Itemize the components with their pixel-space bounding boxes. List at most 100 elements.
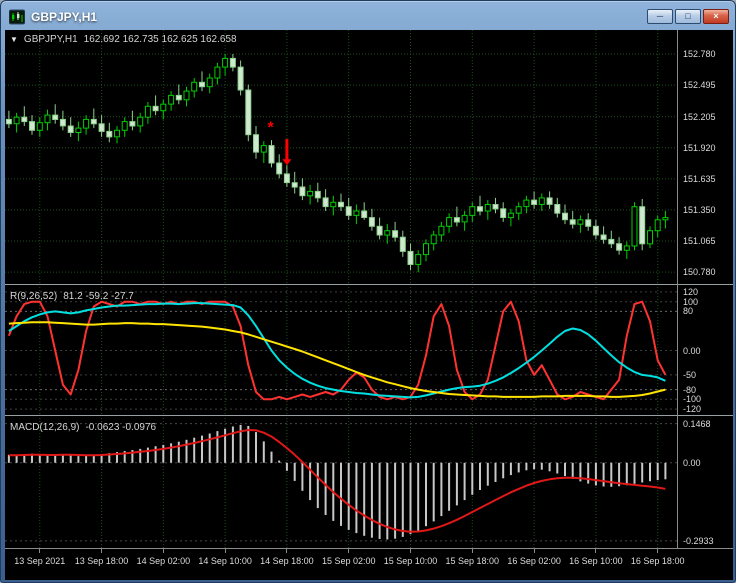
macd-histogram-bar (649, 462, 651, 482)
candle (484, 204, 491, 212)
price-axis-label: 152.495 (683, 80, 716, 91)
price-axis[interactable]: 152.780 152.495 152.205 151.920 151.635 151.3… (677, 30, 733, 548)
candle (639, 206, 646, 245)
candle (500, 208, 507, 219)
candle (199, 81, 205, 88)
candle (90, 118, 97, 125)
macd-histogram-bar (363, 462, 366, 536)
time-axis-tick (162, 549, 164, 553)
macd-indicator-panel: MACD(12,26,9) -0.0623 -0.0976 (5, 418, 677, 548)
time-axis-tick (224, 549, 226, 553)
macd-histogram-bar (270, 451, 273, 463)
candle (214, 66, 221, 79)
window-controls: ─ □ × (647, 9, 729, 24)
macd-histogram-bar (170, 443, 173, 463)
candle (515, 206, 522, 214)
macd-axis-label: -0.2933 (683, 535, 714, 546)
time-axis-tick (410, 549, 412, 553)
time-axis-tick (471, 549, 473, 553)
candle (106, 130, 113, 138)
macd-histogram-bar (425, 462, 427, 527)
candle (5, 118, 12, 125)
macd-histogram-bar (262, 441, 265, 463)
wpr-indicator-chart[interactable] (5, 287, 677, 414)
candle (52, 114, 59, 120)
time-axis-label: 16 Sep 02:00 (507, 556, 561, 566)
macd-histogram-bar (162, 444, 165, 463)
macd-histogram-bar (525, 462, 528, 471)
candle (237, 66, 244, 91)
candle (183, 90, 190, 101)
time-axis[interactable]: 13 Sep 2021 13 Sep 18:00 14 Sep 02:00 14 Se… (5, 548, 733, 580)
candle (67, 125, 74, 133)
main-chart-panel: * ▼ GBPJPY,H1 162.692 162.735 162.625 16… (5, 30, 677, 283)
macd-histogram-bar (440, 462, 443, 517)
candle (461, 214, 468, 223)
price-axis-label: 152.205 (683, 111, 716, 122)
time-axis-label: 13 Sep 18:00 (74, 556, 129, 566)
close-button[interactable]: × (703, 9, 729, 24)
candle (75, 127, 82, 133)
candle (446, 217, 453, 227)
candle (616, 243, 623, 251)
candle (392, 230, 399, 238)
candle (345, 206, 352, 216)
macd-histogram-bar (77, 456, 80, 463)
window-title: GBPJPY,H1 (31, 9, 98, 24)
time-axis-tick (595, 549, 597, 553)
candle (36, 122, 43, 131)
candle (129, 121, 136, 127)
macd-histogram-bar (15, 455, 18, 463)
window-titlebar[interactable]: GBPJPY,H1 ─ □ × (1, 1, 735, 30)
macd-histogram-bar (540, 462, 543, 470)
minimize-button[interactable]: ─ (647, 9, 673, 24)
candle (98, 123, 105, 132)
candle (291, 182, 298, 188)
macd-signal-line (8, 429, 666, 533)
candle (538, 197, 545, 205)
time-axis-label: 15 Sep 18:00 (445, 556, 500, 566)
time-axis-label: 15 Sep 10:00 (383, 556, 438, 566)
macd-histogram-bar (154, 446, 157, 463)
candle (338, 201, 344, 208)
candle (492, 204, 499, 210)
candle (121, 121, 128, 131)
macd-histogram-bar (231, 426, 234, 463)
time-axis-tick (657, 549, 659, 553)
macd-histogram-bar (316, 462, 319, 509)
candle (222, 57, 229, 68)
macd-histogram-bar (378, 462, 381, 539)
candlestick-chart[interactable]: * (5, 30, 677, 283)
macd-histogram-bar (502, 462, 505, 479)
wpr-axis-label: -120 (683, 404, 702, 415)
chart-client-area: * ▼ GBPJPY,H1 162.692 162.735 162.625 16… (5, 30, 733, 580)
chart-ohlc-values: 162.692 162.735 162.625 162.658 (83, 34, 237, 45)
candle (137, 116, 144, 127)
macd-histogram-bar (293, 462, 296, 481)
candle (144, 105, 151, 118)
maximize-button[interactable]: □ (675, 9, 701, 24)
candle (623, 245, 630, 251)
chevron-down-icon[interactable]: ▼ (10, 35, 18, 44)
macd-histogram-bar (224, 428, 227, 463)
macd-histogram-bar (370, 462, 373, 538)
wpr-indicator-values: 81.2 -59.2 -27.7 (63, 291, 134, 302)
candle (384, 230, 391, 236)
macd-indicator-chart[interactable] (5, 418, 677, 548)
candle (283, 173, 290, 184)
sell-signal-arrowhead-icon (282, 159, 292, 166)
price-axis-label: 151.920 (683, 142, 716, 153)
candle (562, 212, 568, 221)
macd-histogram-bar (471, 462, 474, 495)
macd-histogram-bar (548, 462, 551, 472)
candle (647, 230, 653, 245)
candle (268, 145, 275, 164)
candle (353, 210, 360, 216)
candle (438, 225, 445, 236)
candle (654, 219, 661, 232)
macd-histogram-bar (255, 432, 257, 463)
wpr-indicator-label: R(9,26,52) (10, 291, 58, 302)
candle (415, 254, 422, 265)
candle (507, 212, 514, 219)
macd-histogram-bar (486, 462, 489, 486)
